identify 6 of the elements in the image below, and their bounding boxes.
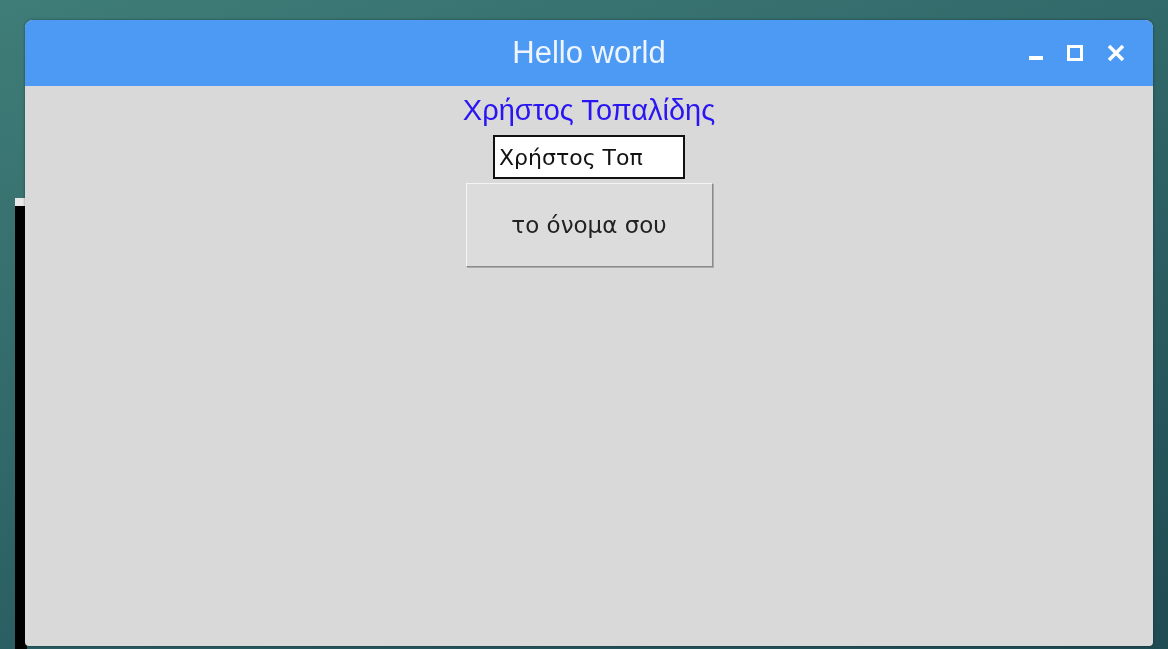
- window-title: Hello world: [512, 35, 666, 71]
- maximize-icon[interactable]: [1067, 45, 1083, 61]
- name-label: Χρήστος Τοπαλίδης: [462, 93, 716, 128]
- close-icon[interactable]: [1107, 44, 1125, 62]
- name-button[interactable]: το όνομα σου: [465, 183, 713, 267]
- name-input-field[interactable]: Χρήστος Τοπ: [493, 135, 685, 179]
